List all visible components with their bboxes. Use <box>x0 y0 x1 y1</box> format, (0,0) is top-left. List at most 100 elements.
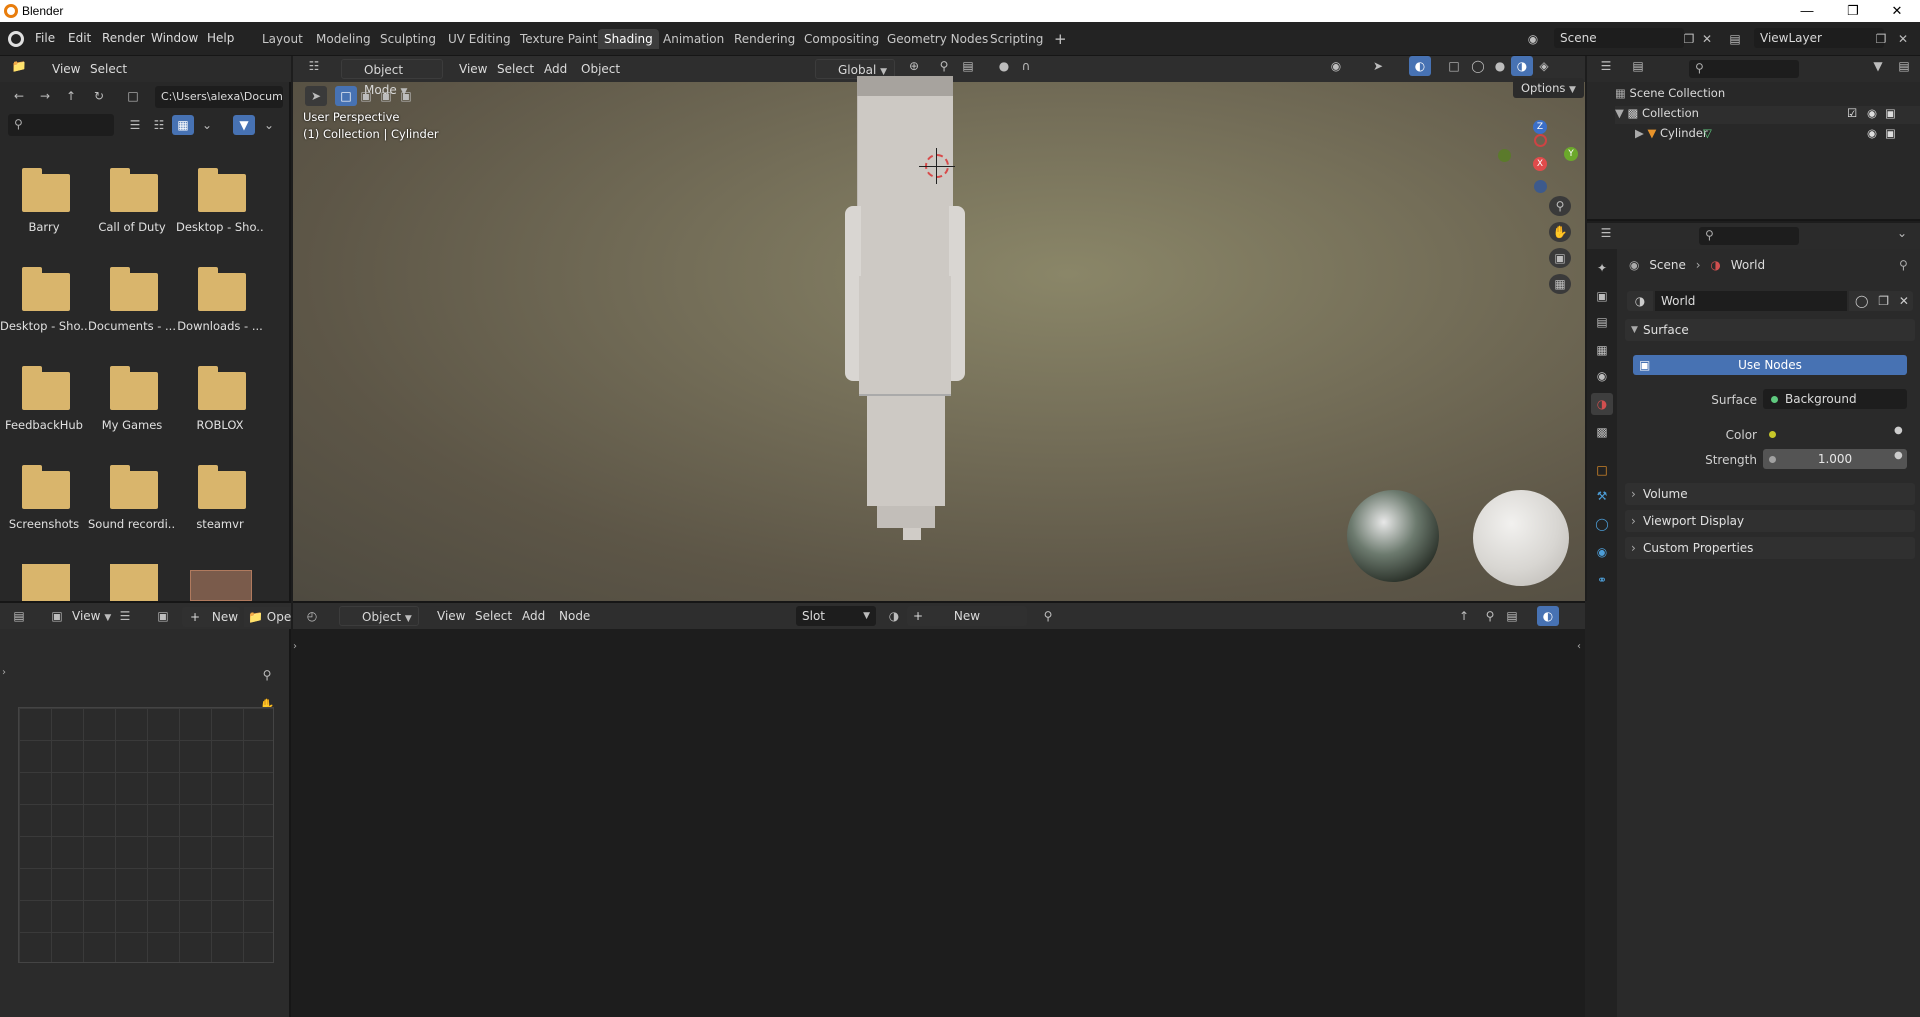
editor-type-node-icon[interactable]: ◴ <box>301 606 323 626</box>
unlink-world-icon[interactable]: ✕ <box>1899 294 1909 308</box>
tab-compositing[interactable]: Compositing <box>798 29 885 49</box>
color-field[interactable] <box>1763 424 1907 444</box>
cylinder-camera-icon[interactable]: ▣ <box>1885 126 1896 140</box>
image-view-menu[interactable]: View ▼ <box>66 606 117 626</box>
viewport-view-menu[interactable]: View <box>453 59 493 79</box>
file-search-input[interactable]: ⚲ <box>8 114 114 136</box>
viewport-select-menu[interactable]: Select <box>491 59 540 79</box>
render-tab-icon[interactable]: ▣ <box>1591 285 1613 307</box>
folder-item[interactable]: Desktop - Sho... <box>176 160 264 250</box>
image-editor[interactable]: › ⚲ ✋ <box>0 629 291 1017</box>
snap-element-icon[interactable]: ▤ <box>1501 606 1523 626</box>
surface-panel-header[interactable]: ▼ Surface <box>1625 319 1915 341</box>
physics-tab-icon[interactable]: ◉ <box>1591 541 1613 563</box>
world-tab-icon[interactable]: ◑ <box>1591 393 1613 415</box>
xray-icon[interactable]: □ <box>1443 56 1465 76</box>
folder-item[interactable]: Desktop - Sho... <box>0 259 88 349</box>
viewport-display-panel-header[interactable]: › Viewport Display <box>1625 510 1915 532</box>
refresh-icon[interactable]: ↻ <box>88 86 110 106</box>
folder-item[interactable]: FeedbackHub <box>0 358 88 448</box>
properties-options-chevron-icon[interactable]: ⌄ <box>1891 223 1913 243</box>
viewport-object-menu[interactable]: Object <box>575 59 626 79</box>
forward-arrow-icon[interactable]: → <box>34 86 56 106</box>
toolbar-expand-chevron-icon[interactable]: › <box>2 667 6 678</box>
hamburger-menu-icon[interactable]: ☰ <box>114 606 136 626</box>
fake-user-shield-icon[interactable]: ◯ <box>1855 294 1868 308</box>
collection-checkbox-icon[interactable]: ☑ <box>1847 106 1857 120</box>
snap-icon[interactable]: ⚲ <box>933 56 955 76</box>
snap-target-icon[interactable]: ▤ <box>957 56 979 76</box>
tab-geometry-nodes[interactable]: Geometry Nodes <box>881 29 994 49</box>
view-layer-copy-icon[interactable]: ❐ <box>1870 29 1892 49</box>
open-image-button[interactable]: 📁 Ope <box>244 607 291 627</box>
menu-window[interactable]: Window <box>144 28 205 48</box>
particles-tab-icon[interactable]: ◯ <box>1591 513 1613 535</box>
file-select-menu[interactable]: Select <box>84 59 133 79</box>
custom-properties-panel-header[interactable]: › Custom Properties <box>1625 537 1915 559</box>
outliner-row-collection[interactable]: ▼ ▩ Collection ☑ ◉ ▣ <box>1615 106 1920 124</box>
tab-modeling[interactable]: Modeling <box>310 29 377 49</box>
select-mode-subtract-icon[interactable]: ▣ <box>375 86 397 106</box>
viewport-add-menu[interactable]: Add <box>538 59 573 79</box>
image-browse-icon[interactable]: ▣ <box>152 606 174 626</box>
menu-file[interactable]: File <box>28 28 62 48</box>
mesh-data-icon[interactable]: ▽ <box>1703 126 1712 140</box>
gizmo-neg-y[interactable] <box>1498 149 1511 162</box>
pin-icon[interactable]: ⚲ <box>1899 258 1908 272</box>
world-browse-icon[interactable]: ◑ <box>1627 291 1653 311</box>
new-image-button[interactable]: + New <box>182 607 240 627</box>
folder-item[interactable]: Barry <box>0 160 88 250</box>
strength-keyframe-icon[interactable]: ● <box>1894 450 1903 461</box>
object-tab-icon[interactable]: □ <box>1591 459 1613 481</box>
strength-field[interactable]: 1.000 <box>1763 449 1907 469</box>
folder-item[interactable]: Documents - ... <box>88 259 176 349</box>
volume-panel-header[interactable]: › Volume <box>1625 483 1915 505</box>
editor-type-image-icon[interactable]: ▤ <box>8 606 30 626</box>
camera-icon[interactable]: ▣ <box>1549 248 1571 268</box>
use-nodes-button[interactable]: ▣ Use Nodes <box>1633 355 1907 375</box>
folder-item[interactable]: ROBLOX <box>176 358 264 448</box>
scene-remove-icon[interactable]: ✕ <box>1696 29 1718 49</box>
perspective-toggle-icon[interactable]: ▦ <box>1549 274 1571 294</box>
outliner-row-scene-collection[interactable]: ▦ Scene Collection <box>1615 86 1725 100</box>
node-add-menu[interactable]: Add <box>516 606 551 626</box>
options-dropdown[interactable]: Options ▼ <box>1513 78 1584 98</box>
collection-tab-icon[interactable]: ▩ <box>1591 421 1613 443</box>
add-workspace-icon[interactable]: + <box>1048 29 1073 49</box>
collection-camera-icon[interactable]: ▣ <box>1885 106 1896 120</box>
view-layer-field[interactable]: ViewLayer <box>1754 28 1884 48</box>
restore-button[interactable]: ❐ <box>1830 0 1876 22</box>
constraints-tab-icon[interactable]: ⚭ <box>1591 569 1613 591</box>
filter-icon[interactable]: ▼ <box>233 115 255 135</box>
tab-rendering[interactable]: Rendering <box>728 29 801 49</box>
outliner-filter-icon[interactable]: ▼ <box>1867 56 1889 76</box>
gizmo-neg-x[interactable] <box>1534 134 1547 147</box>
folder-item[interactable]: My Games <box>88 358 176 448</box>
pivot-icon[interactable]: ⊕ <box>903 56 925 76</box>
filter-chevron-icon[interactable]: ⌄ <box>258 115 280 135</box>
tab-texture-paint[interactable]: Texture Paint <box>514 29 603 49</box>
menu-edit[interactable]: Edit <box>61 28 98 48</box>
gizmo-neg-z[interactable] <box>1534 180 1547 193</box>
folder-item[interactable]: Downloads - ... <box>176 259 264 349</box>
scene-tab-icon[interactable]: ◉ <box>1591 365 1613 387</box>
tab-animation[interactable]: Animation <box>657 29 730 49</box>
tool-tab-icon[interactable]: ✦ <box>1591 257 1613 279</box>
image-mode-icon[interactable]: ▣ <box>46 606 68 626</box>
sidebar-expand-chevron-icon[interactable]: ‹ <box>1577 641 1581 652</box>
new-collection-icon[interactable]: ▤ <box>1893 56 1915 76</box>
menu-help[interactable]: Help <box>200 28 241 48</box>
horizontal-list-icon[interactable]: ☷ <box>148 115 170 135</box>
view-layer-icon[interactable]: ▤ <box>1724 29 1746 49</box>
3d-viewport[interactable]: ☷ Object Mode ▼ View Select Add Object G… <box>293 56 1585 601</box>
editor-type-3d-icon[interactable]: ☷ <box>303 56 325 76</box>
folder-item[interactable]: Call of Duty <box>88 160 176 250</box>
pin-node-tree-icon[interactable]: ⚲ <box>1037 606 1059 626</box>
thumbnails-icon[interactable]: ▦ <box>172 115 194 135</box>
node-editor[interactable]: › ‹ <box>293 629 1585 1017</box>
parent-directory-icon[interactable]: ↑ <box>60 86 82 106</box>
back-arrow-icon[interactable]: ← <box>8 86 30 106</box>
proportional-edit-icon[interactable]: ● <box>993 56 1015 76</box>
blender-menu-icon[interactable] <box>8 31 24 47</box>
gizmo-y-axis[interactable]: Y <box>1564 147 1578 161</box>
